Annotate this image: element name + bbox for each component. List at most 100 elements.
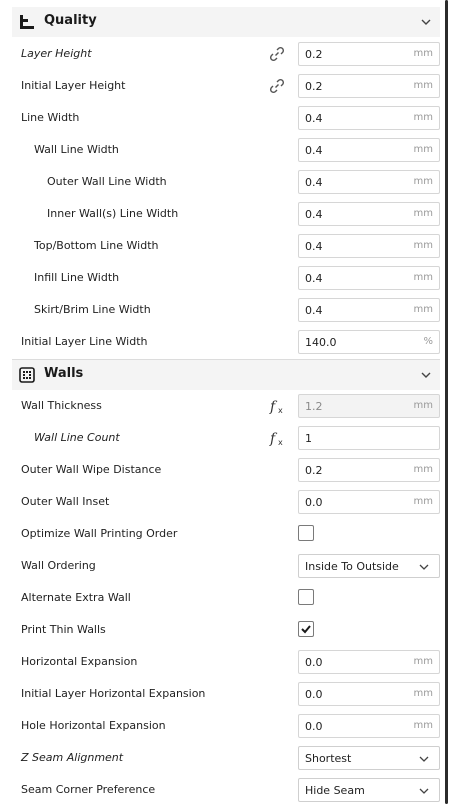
initial-layer-height-field[interactable]: 0.2 mm: [298, 74, 440, 98]
line-width-field[interactable]: 0.4 mm: [298, 106, 440, 130]
field-unit: mm: [413, 656, 433, 667]
link-icon[interactable]: [268, 45, 286, 63]
skirt-brim-line-width-field[interactable]: 0.4 mm: [298, 298, 440, 322]
field-unit: mm: [413, 144, 433, 155]
setting-alternate-extra-wall: Alternate Extra Wall: [12, 582, 440, 614]
initial-layer-line-width-field[interactable]: 140.0 %: [298, 330, 440, 354]
function-icon[interactable]: f x: [268, 429, 286, 447]
field-value: 0.0: [305, 656, 323, 669]
setting-line-width: Line Width 0.4 mm: [12, 102, 440, 134]
field-value: 0.4: [305, 208, 323, 221]
alternate-extra-wall-checkbox[interactable]: [298, 589, 314, 605]
setting-label: Line Width: [21, 111, 80, 124]
link-icon[interactable]: [268, 77, 286, 95]
wall-thickness-field[interactable]: 1.2 mm: [298, 394, 440, 418]
chevron-down-icon: [419, 756, 429, 762]
setting-initial-layer-line-width: Initial Layer Line Width 140.0 %: [12, 326, 440, 358]
select-value: Hide Seam: [305, 784, 365, 797]
layer-height-field[interactable]: 0.2 mm: [298, 42, 440, 66]
field-value: 0.2: [305, 48, 323, 61]
wall-line-width-field[interactable]: 0.4 mm: [298, 138, 440, 162]
field-unit: mm: [413, 48, 433, 59]
setting-label: Infill Line Width: [34, 271, 120, 284]
field-value: 140.0: [305, 336, 337, 349]
setting-label: Wall Line Count: [34, 431, 120, 444]
horizontal-expansion-field[interactable]: 0.0 mm: [298, 650, 440, 674]
select-value: Inside To Outside: [305, 560, 399, 573]
svg-text:x: x: [278, 438, 283, 447]
quality-bars-icon: [20, 15, 34, 29]
setting-layer-height: Layer Height 0.2 mm: [12, 38, 440, 70]
setting-label: Seam Corner Preference: [21, 783, 156, 796]
setting-wall-line-count: Wall Line Count f x 1: [12, 422, 440, 454]
function-icon[interactable]: f x: [268, 397, 286, 415]
setting-label: Initial Layer Height: [21, 79, 126, 92]
setting-label: Top/Bottom Line Width: [34, 239, 159, 252]
setting-wall-ordering: Wall Ordering Inside To Outside: [12, 550, 440, 582]
chevron-down-icon[interactable]: [420, 16, 432, 28]
setting-top-bottom-line-width: Top/Bottom Line Width 0.4 mm: [12, 230, 440, 262]
hole-horizontal-expansion-field[interactable]: 0.0 mm: [298, 714, 440, 738]
seam-corner-preference-select[interactable]: Hide Seam: [298, 778, 440, 802]
setting-label: Initial Layer Line Width: [21, 335, 148, 348]
field-unit: mm: [413, 176, 433, 187]
setting-label: Skirt/Brim Line Width: [34, 303, 151, 316]
field-unit: mm: [413, 400, 433, 411]
setting-label: Outer Wall Inset: [21, 495, 110, 508]
setting-outer-wall-line-width: Outer Wall Line Width 0.4 mm: [12, 166, 440, 198]
outer-wall-wipe-distance-field[interactable]: 0.2 mm: [298, 458, 440, 482]
setting-label: Outer Wall Line Width: [47, 175, 167, 188]
field-value: 1.2: [305, 400, 323, 413]
field-value: 0.0: [305, 496, 323, 509]
wall-line-count-field[interactable]: 1: [298, 426, 440, 450]
scrollbar[interactable]: [445, 0, 448, 804]
field-value: 0.0: [305, 720, 323, 733]
field-unit: %: [423, 336, 433, 347]
z-seam-alignment-select[interactable]: Shortest: [298, 746, 440, 770]
wall-ordering-select[interactable]: Inside To Outside: [298, 554, 440, 578]
top-bottom-line-width-field[interactable]: 0.4 mm: [298, 234, 440, 258]
field-value: 0.0: [305, 688, 323, 701]
section-header-walls[interactable]: Walls: [12, 359, 440, 390]
setting-label: Inner Wall(s) Line Width: [47, 207, 179, 220]
field-value: 0.4: [305, 112, 323, 125]
field-unit: mm: [413, 464, 433, 475]
print-thin-walls-checkbox[interactable]: [298, 621, 314, 637]
section-title: Quality: [44, 13, 97, 28]
setting-label: Wall Thickness: [21, 399, 102, 412]
setting-skirt-brim-line-width: Skirt/Brim Line Width 0.4 mm: [12, 294, 440, 326]
chevron-down-icon[interactable]: [420, 369, 432, 381]
svg-text:x: x: [278, 406, 283, 415]
setting-outer-wall-wipe-distance: Outer Wall Wipe Distance 0.2 mm: [12, 454, 440, 486]
field-value: 0.4: [305, 272, 323, 285]
setting-horizontal-expansion: Horizontal Expansion 0.0 mm: [12, 646, 440, 678]
setting-label: Layer Height: [21, 47, 92, 60]
setting-label: Horizontal Expansion: [21, 655, 138, 668]
svg-text:f: f: [269, 399, 278, 415]
setting-initial-layer-height: Initial Layer Height 0.2 mm: [12, 70, 440, 102]
chevron-down-icon: [419, 564, 429, 570]
optimize-wall-printing-order-checkbox[interactable]: [298, 525, 314, 541]
svg-text:f: f: [269, 431, 278, 447]
section-header-quality[interactable]: Quality: [12, 7, 440, 37]
inner-wall-line-width-field[interactable]: 0.4 mm: [298, 202, 440, 226]
outer-wall-inset-field[interactable]: 0.0 mm: [298, 490, 440, 514]
select-value: Shortest: [305, 752, 352, 765]
initial-layer-horizontal-expansion-field[interactable]: 0.0 mm: [298, 682, 440, 706]
setting-label: Alternate Extra Wall: [21, 591, 131, 604]
field-unit: mm: [413, 304, 433, 315]
setting-initial-layer-horizontal-expansion: Initial Layer Horizontal Expansion 0.0 m…: [12, 678, 440, 710]
field-unit: mm: [413, 720, 433, 731]
setting-label: Wall Line Width: [34, 143, 119, 156]
infill-line-width-field[interactable]: 0.4 mm: [298, 266, 440, 290]
setting-wall-thickness: Wall Thickness f x 1.2 mm: [12, 390, 440, 422]
field-unit: mm: [413, 688, 433, 699]
setting-inner-wall-line-width: Inner Wall(s) Line Width 0.4 mm: [12, 198, 440, 230]
setting-label: Hole Horizontal Expansion: [21, 719, 166, 732]
setting-label: Outer Wall Wipe Distance: [21, 463, 162, 476]
field-unit: mm: [413, 272, 433, 283]
field-value: 0.4: [305, 240, 323, 253]
outer-wall-line-width-field[interactable]: 0.4 mm: [298, 170, 440, 194]
checkmark-icon: [301, 625, 311, 634]
field-value: 0.4: [305, 304, 323, 317]
